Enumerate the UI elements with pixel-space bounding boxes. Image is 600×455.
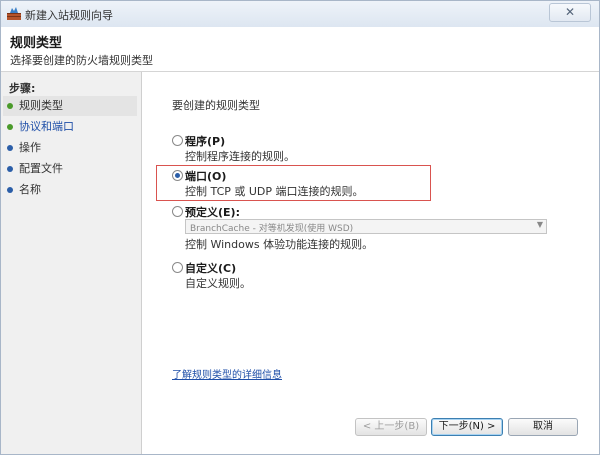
step-label: 操作 <box>19 141 41 154</box>
main-content: 要创建的规则类型 程序(P) 控制程序连接的规则。 端口(O) 控制 TCP 或… <box>142 72 599 454</box>
wizard-header: 规则类型 选择要创建的防火墙规则类型 <box>1 27 599 72</box>
step-profile[interactable]: 配置文件 <box>3 159 137 179</box>
option-port-label[interactable]: 端口(O) <box>185 168 226 184</box>
option-custom-label[interactable]: 自定义(C) <box>185 260 236 276</box>
option-predefined-label[interactable]: 预定义(E): <box>185 204 240 220</box>
step-protocol-port[interactable]: 协议和端口 <box>3 117 137 137</box>
option-custom-desc: 自定义规则。 <box>185 277 251 290</box>
step-name[interactable]: 名称 <box>3 180 137 200</box>
radio-custom[interactable] <box>172 262 183 273</box>
option-predefined-desc: 控制 Windows 体验功能连接的规则。 <box>185 238 374 251</box>
page-subtitle: 选择要创建的防火墙规则类型 <box>10 54 153 67</box>
radio-port[interactable] <box>172 170 183 181</box>
learn-more-link[interactable]: 了解规则类型的详细信息 <box>172 366 282 381</box>
radio-program[interactable] <box>172 135 183 146</box>
predefined-select[interactable]: BranchCache - 对等机发现(使用 WSD) ▼ <box>185 219 547 234</box>
option-program-desc: 控制程序连接的规则。 <box>185 150 295 163</box>
step-label: 协议和端口 <box>19 120 74 133</box>
step-label: 规则类型 <box>19 99 63 112</box>
title-bar: 新建入站规则向导 ✕ <box>1 1 599 28</box>
option-program-label[interactable]: 程序(P) <box>185 133 225 149</box>
step-label: 配置文件 <box>19 162 63 175</box>
predefined-select-value: BranchCache - 对等机发现(使用 WSD) <box>190 224 354 234</box>
step-action[interactable]: 操作 <box>3 138 137 158</box>
step-dot-icon <box>7 124 13 130</box>
page-title: 规则类型 <box>10 36 63 51</box>
step-dot-icon <box>7 187 13 193</box>
wizard-window: 新建入站规则向导 ✕ 规则类型 选择要创建的防火墙规则类型 步骤: 规则类型 协… <box>0 0 600 455</box>
next-button[interactable]: 下一步(N) > <box>431 418 503 436</box>
chevron-down-icon: ▼ <box>536 220 543 229</box>
close-icon: ✕ <box>564 5 576 19</box>
step-dot-icon <box>7 103 13 109</box>
steps-sidebar: 步骤: 规则类型 协议和端口 操作 配置文件 名称 <box>1 72 142 454</box>
back-button[interactable]: < 上一步(B) <box>355 418 427 436</box>
window-title: 新建入站规则向导 <box>25 9 113 22</box>
radio-predefined[interactable] <box>172 206 183 217</box>
close-button[interactable]: ✕ <box>549 3 591 22</box>
steps-title: 步骤: <box>9 82 36 95</box>
step-dot-icon <box>7 166 13 172</box>
firewall-icon <box>7 7 21 20</box>
step-rule-type[interactable]: 规则类型 <box>3 96 137 116</box>
step-label: 名称 <box>19 183 41 196</box>
cancel-button[interactable]: 取消 <box>508 418 578 436</box>
step-dot-icon <box>7 145 13 151</box>
option-port-desc: 控制 TCP 或 UDP 端口连接的规则。 <box>185 185 364 198</box>
rule-type-prompt: 要创建的规则类型 <box>172 99 260 112</box>
